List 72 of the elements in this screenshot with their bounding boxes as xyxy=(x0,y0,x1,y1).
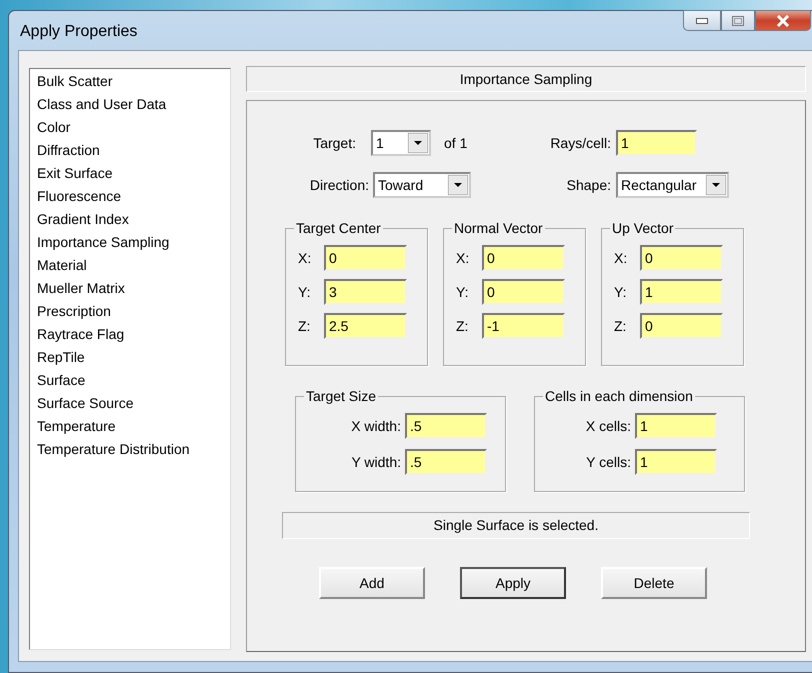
category-item[interactable]: Class and User Data xyxy=(30,93,230,116)
category-item[interactable]: Exit Surface xyxy=(30,162,230,185)
category-item[interactable]: Bulk Scatter xyxy=(30,70,230,93)
dialog-button[interactable]: Delete xyxy=(601,567,707,599)
category-item[interactable]: Importance Sampling xyxy=(30,231,230,254)
field-label: X cells: xyxy=(584,418,631,434)
field-label: X: xyxy=(455,250,470,266)
close-button[interactable] xyxy=(755,10,811,31)
field-label: Rays/cell: xyxy=(549,135,611,151)
input-field[interactable]: 1 xyxy=(616,130,697,156)
field-label: Z: xyxy=(455,318,470,334)
input-field[interactable]: -1 xyxy=(482,313,565,339)
shape-dropdown[interactable]: Rectangular xyxy=(616,172,729,198)
category-item[interactable]: Gradient Index xyxy=(30,208,230,231)
category-item[interactable]: Temperature Distribution xyxy=(30,438,230,461)
input-field[interactable]: 2.5 xyxy=(324,313,407,339)
group-title: Target Center xyxy=(295,220,382,236)
input-field[interactable]: 1 xyxy=(640,279,723,305)
caret-icon xyxy=(706,175,726,195)
category-item[interactable]: Surface Source xyxy=(30,392,230,415)
dialog-button[interactable]: Add xyxy=(319,567,425,599)
category-item[interactable]: RepTile xyxy=(30,346,230,369)
input-field[interactable]: .5 xyxy=(405,413,487,439)
category-item[interactable]: Diffraction xyxy=(30,139,230,162)
category-item[interactable]: Material xyxy=(30,254,230,277)
category-item[interactable]: Fluorescence xyxy=(30,185,230,208)
category-item[interactable]: Temperature xyxy=(30,415,230,438)
maximize-button[interactable] xyxy=(721,10,755,31)
caret-icon xyxy=(448,175,468,195)
input-field[interactable]: 0 xyxy=(482,279,565,305)
input-field[interactable]: 0 xyxy=(640,245,723,271)
caret-icon xyxy=(408,133,428,153)
category-item[interactable]: Prescription xyxy=(30,300,230,323)
group-title: Cells in each dimension xyxy=(544,388,694,404)
category-item[interactable]: Raytrace Flag xyxy=(30,323,230,346)
input-field[interactable]: 0 xyxy=(324,245,407,271)
target-dropdown[interactable]: 1 xyxy=(371,130,431,156)
field-label: Y cells: xyxy=(585,454,631,470)
field-label: Z: xyxy=(297,318,312,334)
input-field[interactable]: 1 xyxy=(635,449,717,475)
field-label: Y: xyxy=(455,284,470,300)
status-message: Single Surface is selected. xyxy=(282,512,750,539)
field-label: X: xyxy=(613,250,628,266)
field-label: Z: xyxy=(613,318,628,334)
minimize-button[interactable] xyxy=(683,10,721,31)
field-label: Shape: xyxy=(566,177,611,193)
field-label: Y width: xyxy=(350,454,401,470)
category-item[interactable]: Surface xyxy=(30,369,230,392)
dialog-button[interactable]: Apply xyxy=(460,567,566,599)
field-label: X width: xyxy=(350,418,401,434)
category-item[interactable]: Mueller Matrix xyxy=(30,277,230,300)
maximize-icon xyxy=(732,16,744,26)
field-label: Y: xyxy=(297,284,312,300)
direction-dropdown[interactable]: Toward xyxy=(373,172,471,198)
input-field[interactable]: 1 xyxy=(635,413,717,439)
input-field[interactable]: .5 xyxy=(405,449,487,475)
group-title: Target Size xyxy=(305,388,378,404)
field-label: Y: xyxy=(613,284,628,300)
close-icon xyxy=(776,14,790,26)
window-title: Apply Properties xyxy=(20,23,138,41)
group-title: Normal Vector xyxy=(453,220,544,236)
field-label: X: xyxy=(297,250,312,266)
input-field[interactable]: 0 xyxy=(640,313,723,339)
category-item[interactable]: Color xyxy=(30,116,230,139)
input-field[interactable]: 0 xyxy=(482,245,565,271)
target-count: of 1 xyxy=(444,135,468,151)
panel-header: Importance Sampling xyxy=(246,66,806,92)
group-title: Up Vector xyxy=(611,220,674,236)
field-label: Target: xyxy=(312,135,356,151)
input-field[interactable]: 3 xyxy=(324,279,407,305)
minimize-icon xyxy=(696,18,708,24)
field-label: Direction: xyxy=(308,177,369,193)
